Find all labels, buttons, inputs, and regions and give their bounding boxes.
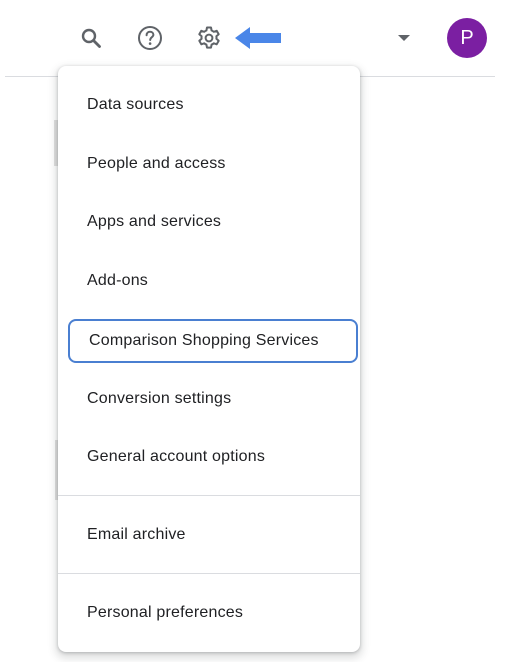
menu-item-add-ons[interactable]: Add-ons xyxy=(58,258,360,304)
avatar[interactable]: P xyxy=(447,18,487,58)
menu-item-label: Email archive xyxy=(87,526,186,543)
menu-item-data-sources[interactable]: Data sources xyxy=(58,82,360,128)
help-icon xyxy=(138,26,162,50)
menu-item-general-account-options[interactable]: General account options xyxy=(58,434,360,480)
account-dropdown-button[interactable] xyxy=(392,28,416,48)
help-button[interactable] xyxy=(132,20,168,56)
menu-item-label: People and access xyxy=(87,155,226,172)
menu-item-conversion-settings[interactable]: Conversion settings xyxy=(58,376,360,422)
menu-item-apps-and-services[interactable]: Apps and services xyxy=(58,199,360,245)
menu-item-label: General account options xyxy=(87,448,266,465)
menu-item-label: Add-ons xyxy=(87,272,148,289)
settings-menu: Data sources People and access Apps and … xyxy=(58,66,360,652)
menu-item-label: Apps and services xyxy=(87,213,222,230)
gear-icon xyxy=(198,26,220,49)
top-toolbar: P xyxy=(0,0,510,76)
menu-item-label: Personal preferences xyxy=(87,604,244,621)
menu-item-personal-preferences[interactable]: Personal preferences xyxy=(58,590,360,636)
menu-divider xyxy=(58,495,360,496)
search-icon xyxy=(81,28,101,48)
caret-down-icon xyxy=(398,35,410,41)
menu-item-label: Data sources xyxy=(87,96,184,113)
menu-item-comparison-shopping-services[interactable]: Comparison Shopping Services xyxy=(68,319,358,363)
menu-item-people-and-access[interactable]: People and access xyxy=(58,141,360,187)
menu-item-label: Comparison Shopping Services xyxy=(89,332,319,349)
settings-button[interactable] xyxy=(191,20,227,56)
search-button[interactable] xyxy=(73,20,109,56)
menu-divider xyxy=(58,573,360,574)
menu-item-email-archive[interactable]: Email archive xyxy=(58,512,360,558)
menu-item-label: Conversion settings xyxy=(87,390,232,407)
arrow-left-icon xyxy=(235,27,281,49)
